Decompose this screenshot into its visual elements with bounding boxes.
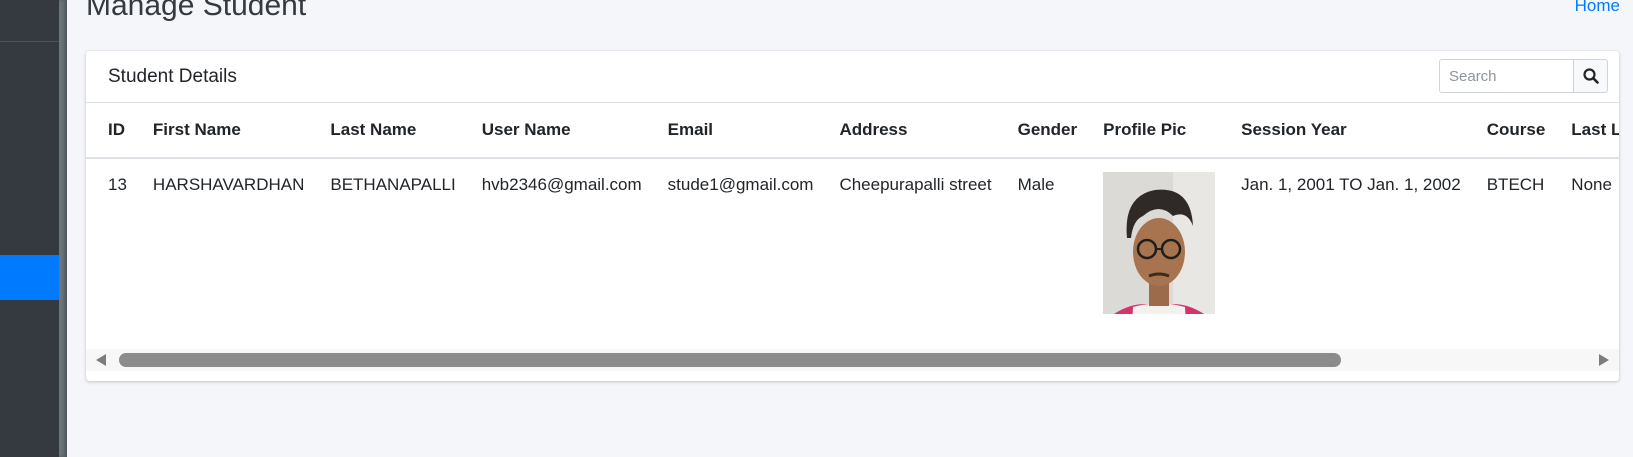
- card-title: Student Details: [108, 66, 237, 87]
- cell-course: BTECH: [1486, 175, 1545, 194]
- cell-session-year: Jan. 1, 2001 TO Jan. 1, 2002: [1241, 175, 1461, 194]
- cell-gender: Male: [1017, 175, 1055, 194]
- breadcrumb-home-link[interactable]: Home: [1575, 0, 1620, 16]
- horizontal-scrollbar[interactable]: [86, 349, 1619, 371]
- search-input[interactable]: [1439, 59, 1573, 93]
- student-details-card: Student Details ID First Name Last Name …: [86, 51, 1619, 381]
- column-header-id: ID: [86, 103, 140, 159]
- cell-profile-pic: [1090, 158, 1228, 314]
- table-scroll-area[interactable]: ID First Name Last Name User Name Email …: [86, 103, 1619, 314]
- page-title: Manage Student: [86, 0, 307, 22]
- column-header-last-login: Last Login: [1558, 103, 1619, 159]
- cell-email: stude1@gmail.com: [667, 175, 814, 194]
- scroll-right-arrow-icon[interactable]: [1599, 354, 1609, 366]
- sidebar-active-item[interactable]: [0, 255, 59, 300]
- cell-id: 13: [108, 175, 127, 194]
- card-header: Student Details: [86, 51, 1619, 103]
- column-header-course: Course: [1473, 103, 1559, 159]
- scrollbar-thumb[interactable]: [119, 353, 1341, 367]
- column-header-user-name: User Name: [468, 103, 655, 159]
- search-icon: [1582, 68, 1599, 84]
- table-row: 13 HARSHAVARDHAN BETHANAPALLI hvb2346@gm…: [86, 158, 1619, 314]
- search-group: [1439, 59, 1608, 93]
- column-header-address: Address: [826, 103, 1005, 159]
- profile-pic: [1103, 172, 1216, 314]
- table-header-row: ID First Name Last Name User Name Email …: [86, 103, 1619, 159]
- cell-last-login: None: [1571, 175, 1612, 194]
- cell-address: Cheepurapalli street: [839, 175, 992, 194]
- students-table: ID First Name Last Name User Name Email …: [86, 103, 1619, 314]
- sidebar-edge: [59, 0, 67, 457]
- cell-user-name: hvb2346@gmail.com: [481, 175, 642, 194]
- column-header-profile-pic: Profile Pic: [1090, 103, 1229, 159]
- column-header-gender: Gender: [1004, 103, 1091, 159]
- column-header-first-name: First Name: [139, 103, 318, 159]
- sidebar-divider: [0, 41, 59, 42]
- sidebar: [0, 0, 59, 457]
- column-header-last-name: Last Name: [317, 103, 469, 159]
- scroll-left-arrow-icon[interactable]: [96, 354, 106, 366]
- cell-last-name: BETHANAPALLI: [330, 175, 456, 194]
- column-header-session-year: Session Year: [1228, 103, 1474, 159]
- cell-first-name: HARSHAVARDHAN: [152, 175, 305, 194]
- search-button[interactable]: [1573, 59, 1608, 93]
- column-header-email: Email: [654, 103, 827, 159]
